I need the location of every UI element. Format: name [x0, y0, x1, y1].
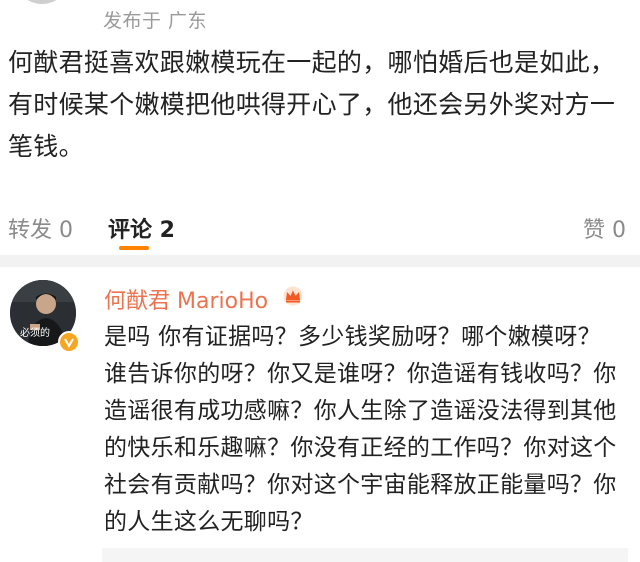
- crown-icon: [283, 286, 303, 306]
- tab-repost[interactable]: 转发 0: [8, 212, 73, 244]
- tab-like[interactable]: 赞 0: [583, 212, 626, 244]
- post-meta: 发布于 广东: [103, 10, 208, 32]
- tab-comment[interactable]: 评论 2: [108, 212, 175, 244]
- poster-avatar[interactable]: [14, 0, 70, 4]
- commenter-name[interactable]: 何猷君 MarioHo: [104, 283, 268, 315]
- avatar-caption: 必须的: [20, 328, 50, 339]
- verified-v-icon: [58, 331, 80, 353]
- post-tabs: 转发 0 评论 2 赞 0: [0, 206, 640, 252]
- comment-text: 是吗 你有证据吗？多少钱奖励呀？哪个嫩模呀？谁告诉你的呀？你又是谁呀？你造谣有钱…: [104, 324, 617, 535]
- active-tab-indicator: [119, 246, 149, 250]
- post-body: 何猷君挺喜欢跟嫩模玩在一起的，哪怕婚后也是如此，有时候某个嫩模把他哄得开心了，他…: [8, 48, 616, 161]
- section-divider: [0, 255, 640, 267]
